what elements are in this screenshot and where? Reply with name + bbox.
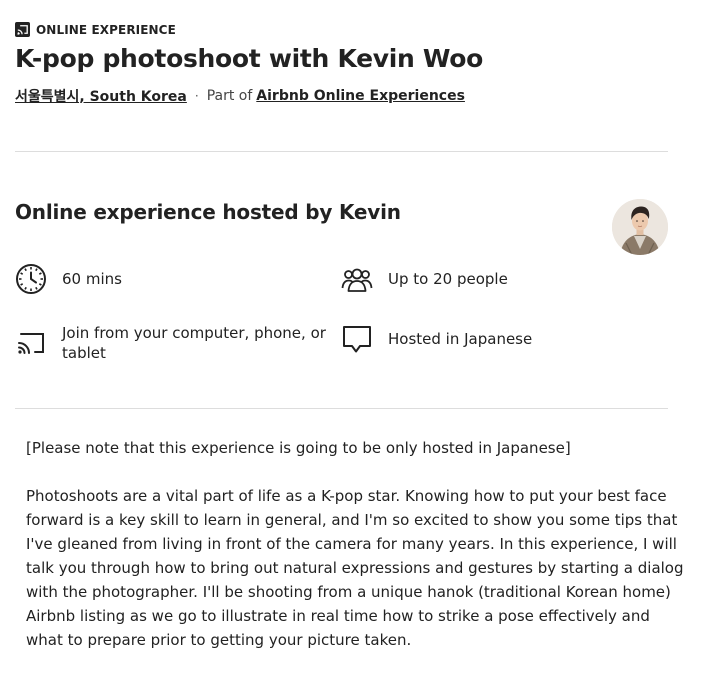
experience-description: Photoshoots are a vital part of life as … <box>26 487 684 649</box>
host-photo <box>612 199 668 255</box>
page-title: K-pop photoshoot with Kevin Woo <box>15 44 484 73</box>
feature-label: Hosted in Japanese <box>388 330 533 348</box>
feature-language: Hosted in Japanese <box>341 323 532 355</box>
online-experience-badge: ONLINE EXPERIENCE <box>15 22 176 37</box>
divider-top <box>15 151 668 152</box>
feature-label: Up to 20 people <box>388 270 508 288</box>
chat-bubble-icon <box>343 326 371 353</box>
cast-icon <box>15 22 30 37</box>
feature-label: 60 mins <box>62 270 122 288</box>
location-line: 서울특별시, South Korea · Part of Airbnb Onli… <box>15 86 465 106</box>
badge-label: ONLINE EXPERIENCE <box>36 22 176 37</box>
separator-dot: · <box>194 89 199 103</box>
collection-link[interactable]: Airbnb Online Experiences <box>256 88 465 104</box>
location-link[interactable]: 서울특별시, South Korea <box>15 86 187 106</box>
host-avatar[interactable] <box>612 199 668 255</box>
group-icon <box>341 268 373 292</box>
part-of-text: Part of <box>206 88 253 104</box>
clock-icon <box>16 264 46 294</box>
language-note: [Please note that this experience is goi… <box>26 439 571 457</box>
devices-icon <box>18 333 44 354</box>
feature-label: Join from your computer, phone, or table… <box>62 324 326 362</box>
feature-group-size: Up to 20 people <box>341 263 508 295</box>
feature-duration: 60 mins <box>15 263 122 295</box>
divider-middle <box>15 408 668 409</box>
host-section-title: Online experience hosted by Kevin <box>15 200 401 224</box>
feature-devices: Join from your computer, phone, or table… <box>15 323 327 363</box>
